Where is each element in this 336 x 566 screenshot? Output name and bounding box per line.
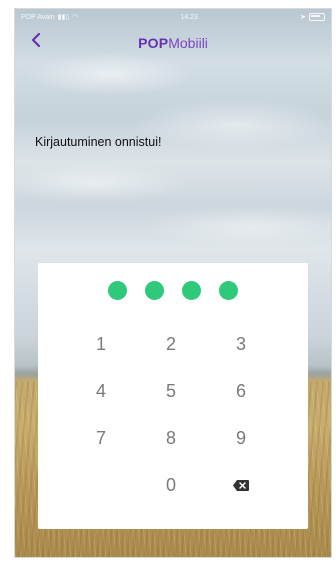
status-right: ➤ (300, 13, 325, 21)
key-9[interactable]: 9 (206, 415, 276, 462)
pin-keys: 1 2 3 4 5 6 7 8 9 0 (66, 321, 296, 509)
key-empty (66, 462, 136, 509)
login-success-message: Kirjautuminen onnistui! (35, 135, 162, 149)
app-screen: POP Avain ▮▮▯ ◠ 14.23 ➤ POPMobiili Kirja… (14, 8, 332, 558)
brand-rest: Mobiili (168, 35, 208, 51)
status-bar: POP Avain ▮▮▯ ◠ 14.23 ➤ (15, 9, 331, 25)
key-3[interactable]: 3 (206, 321, 276, 368)
status-time: 14.23 (180, 13, 198, 21)
key-1[interactable]: 1 (66, 321, 136, 368)
pin-dots (38, 281, 308, 300)
key-5[interactable]: 5 (136, 368, 206, 415)
backspace-icon (233, 480, 249, 491)
key-8[interactable]: 8 (136, 415, 206, 462)
key-4[interactable]: 4 (66, 368, 136, 415)
brand-logo: POPMobiili (15, 35, 331, 51)
signal-icon: ▮▮▯ (57, 14, 70, 21)
brand-bold: POP (138, 35, 169, 51)
pin-dot (219, 281, 238, 300)
pin-pad: 1 2 3 4 5 6 7 8 9 0 (38, 263, 308, 529)
pin-dot (108, 281, 127, 300)
pin-dot (182, 281, 201, 300)
key-7[interactable]: 7 (66, 415, 136, 462)
nav-bar: POPMobiili (15, 27, 331, 57)
battery-icon (309, 13, 325, 21)
delete-button[interactable] (206, 462, 276, 509)
wifi-icon: ◠ (72, 14, 79, 21)
carrier-label: POP Avain (21, 13, 55, 21)
key-0[interactable]: 0 (136, 462, 206, 509)
pin-dot (145, 281, 164, 300)
status-left: POP Avain ▮▮▯ ◠ (21, 13, 79, 22)
key-2[interactable]: 2 (136, 321, 206, 368)
key-6[interactable]: 6 (206, 368, 276, 415)
location-icon: ➤ (300, 14, 306, 21)
